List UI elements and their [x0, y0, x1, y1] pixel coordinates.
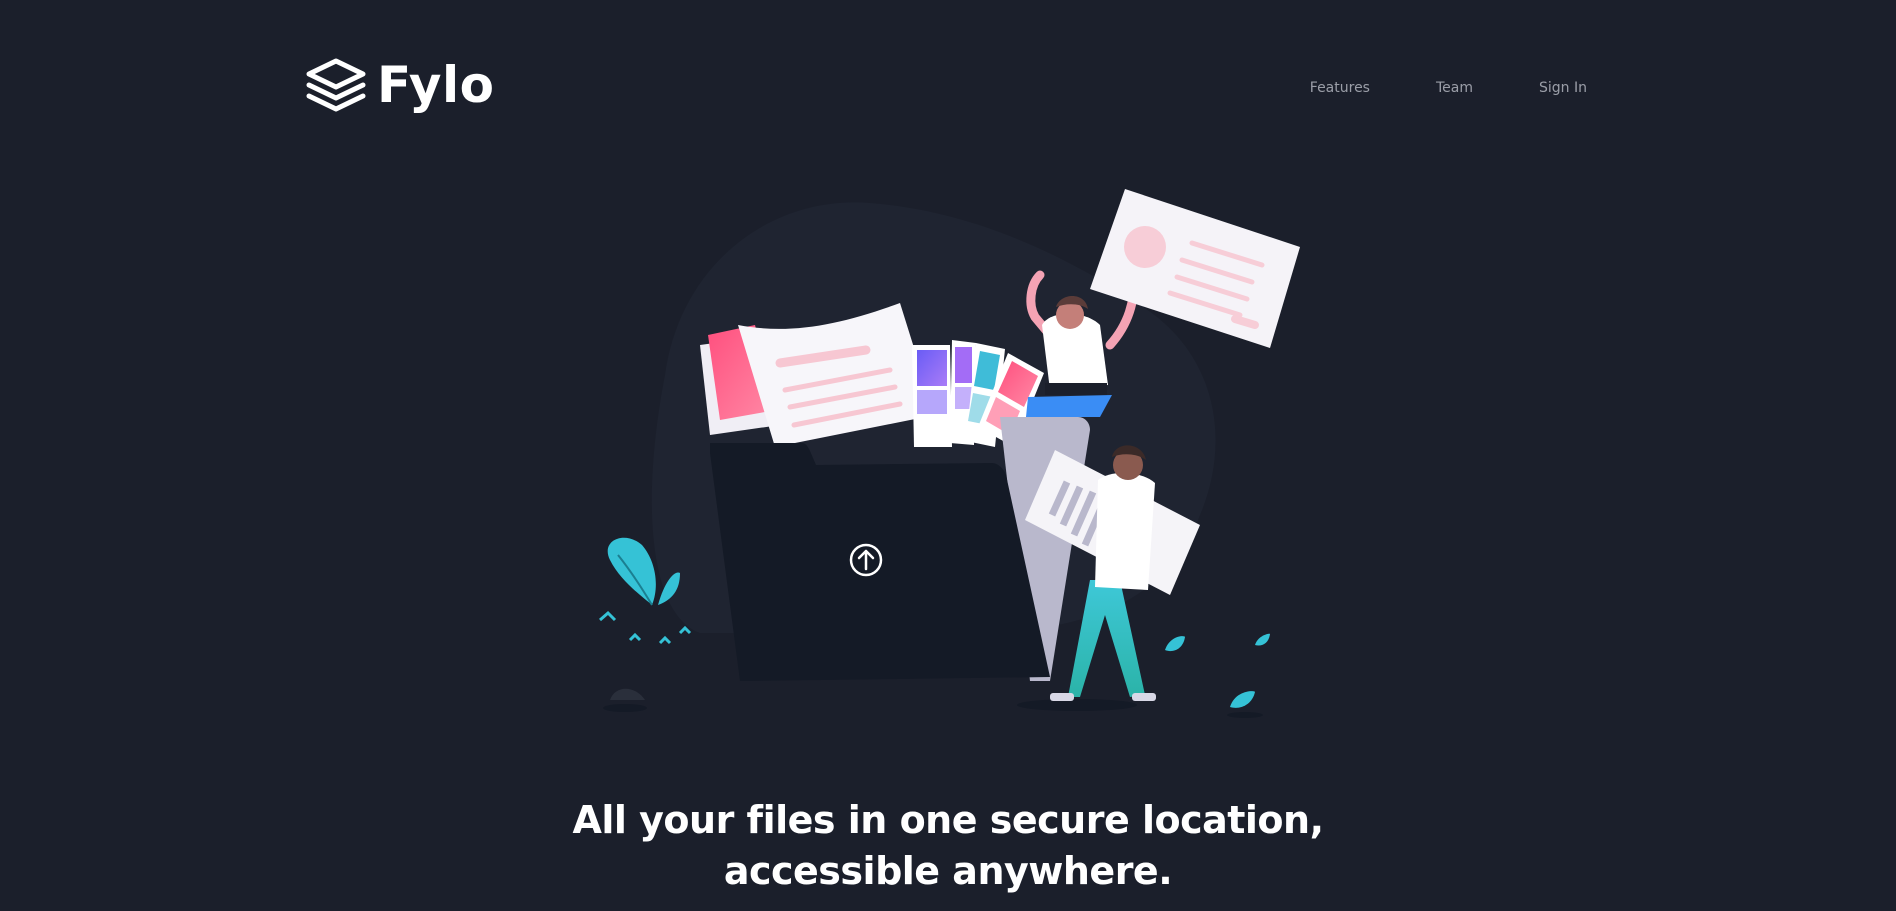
hero-title-line-2: accessible anywhere.	[723, 849, 1173, 894]
site-header: Fylo Features Team Sign In	[305, 55, 1587, 115]
hero-title: All your files in one secure location, a…	[0, 795, 1896, 897]
nav-link-sign-in[interactable]: Sign In	[1539, 80, 1587, 96]
stacked-layers-icon	[306, 58, 366, 112]
nav-link-team[interactable]: Team	[1436, 80, 1473, 96]
nav-link-features[interactable]: Features	[1310, 80, 1370, 96]
brand-name: Fylo	[377, 56, 495, 114]
main-nav: Features Team Sign In	[1310, 80, 1587, 96]
landing-page: Fylo Features Team Sign In All your file…	[0, 0, 1896, 911]
people-with-files-illustration	[599, 189, 1300, 718]
hero-title-line-1: All your files in one secure location,	[572, 798, 1324, 843]
falling-leaves	[1165, 633, 1270, 718]
brand-logo[interactable]: Fylo	[305, 55, 495, 115]
